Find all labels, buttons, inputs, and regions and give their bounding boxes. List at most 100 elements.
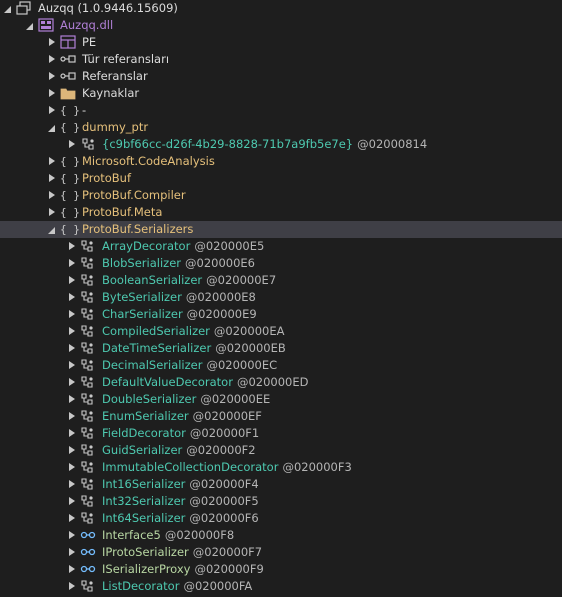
type-name: Int16Serializer xyxy=(102,477,186,491)
tree-row-type[interactable]: DoubleSerializer @020000EE xyxy=(0,391,562,408)
expand-toggle[interactable] xyxy=(68,408,78,425)
tree-row-type[interactable]: CompiledSerializer @020000EA xyxy=(0,323,562,340)
namespace-label: dummy_ptr xyxy=(82,120,149,134)
type-token: @020000EB xyxy=(215,341,286,355)
expand-toggle[interactable] xyxy=(68,425,78,442)
tree-row-namespace-selected[interactable]: { } ProtoBuf.Serializers xyxy=(0,221,562,238)
expand-toggle[interactable] xyxy=(68,459,78,476)
type-name: ISerializerProxy xyxy=(102,562,191,576)
expand-toggle[interactable] xyxy=(68,306,78,323)
expand-toggle[interactable] xyxy=(26,17,36,34)
tree-row-type[interactable]: DateTimeSerializer @020000EB xyxy=(0,340,562,357)
tree-row-type[interactable]: ByteSerializer @020000E8 xyxy=(0,289,562,306)
tree-row-type[interactable]: GuidSerializer @020000F2 xyxy=(0,442,562,459)
expand-toggle[interactable] xyxy=(48,204,58,221)
interface-icon xyxy=(80,544,96,561)
expand-toggle[interactable] xyxy=(48,221,58,238)
tree-row-type[interactable]: EnumSerializer @020000EF xyxy=(0,408,562,425)
expand-toggle[interactable] xyxy=(4,0,14,17)
expand-toggle[interactable] xyxy=(68,340,78,357)
class-icon xyxy=(80,289,96,306)
tree-row-type[interactable]: Int32Serializer @020000F5 xyxy=(0,493,562,510)
tree-row-type[interactable]: ImmutableCollectionDecorator @020000F3 xyxy=(0,459,562,476)
type-references-icon xyxy=(60,51,76,68)
namespace-icon: { } xyxy=(60,155,80,168)
expand-toggle[interactable] xyxy=(48,153,58,170)
tree-row-namespace[interactable]: { } ProtoBuf xyxy=(0,170,562,187)
expand-toggle[interactable] xyxy=(68,476,78,493)
expand-toggle[interactable] xyxy=(48,34,58,51)
tree-row-type[interactable]: DecimalSerializer @020000EC xyxy=(0,357,562,374)
tree-row-assembly[interactable]: Auzqq (1.0.9446.15609) xyxy=(0,0,562,17)
expand-toggle[interactable] xyxy=(48,51,58,68)
expand-toggle[interactable] xyxy=(68,374,78,391)
expand-toggle[interactable] xyxy=(68,578,78,595)
expand-toggle[interactable] xyxy=(48,68,58,85)
tree-row-type-guid[interactable]: {c9bf66cc-d26f-4b29-8828-71b7a9fb5e7e} @… xyxy=(0,136,562,153)
class-icon xyxy=(80,391,96,408)
tree-row-type[interactable]: CharSerializer @020000E9 xyxy=(0,306,562,323)
expand-toggle[interactable] xyxy=(68,510,78,527)
tree-row-resources[interactable]: Kaynaklar xyxy=(0,85,562,102)
module-icon xyxy=(38,17,54,34)
type-name: DoubleSerializer xyxy=(102,392,197,406)
type-references-label: Tür referansları xyxy=(82,52,170,66)
tree-row-type[interactable]: ArrayDecorator @020000E5 xyxy=(0,238,562,255)
expand-toggle[interactable] xyxy=(48,170,58,187)
expand-toggle[interactable] xyxy=(68,544,78,561)
tree-row-type[interactable]: Interface5 @020000F8 xyxy=(0,527,562,544)
type-token: @020000E9 xyxy=(186,307,257,321)
class-icon xyxy=(80,272,96,289)
expand-toggle[interactable] xyxy=(68,238,78,255)
type-token: @020000F1 xyxy=(189,426,260,440)
tree-row-type[interactable]: FieldDecorator @020000F1 xyxy=(0,425,562,442)
tree-row-type[interactable]: Int16Serializer @020000F4 xyxy=(0,476,562,493)
tree-row-type-references[interactable]: Tür referansları xyxy=(0,51,562,68)
expand-toggle[interactable] xyxy=(48,119,58,136)
expand-toggle[interactable] xyxy=(68,493,78,510)
pe-icon xyxy=(60,34,76,51)
type-name: DateTimeSerializer xyxy=(102,341,212,355)
tree-row-namespace-dummy-ptr[interactable]: { } dummy_ptr xyxy=(0,119,562,136)
tree-row-type[interactable]: BooleanSerializer @020000E7 xyxy=(0,272,562,289)
expand-toggle[interactable] xyxy=(68,561,78,578)
tree-row-type[interactable]: BlobSerializer @020000E6 xyxy=(0,255,562,272)
tree-row-type[interactable]: ISerializerProxy @020000F9 xyxy=(0,561,562,578)
expand-toggle[interactable] xyxy=(68,323,78,340)
type-token: @020000F3 xyxy=(282,460,352,474)
tree-row-namespace[interactable]: { } ProtoBuf.Compiler xyxy=(0,187,562,204)
tree-row-namespace[interactable]: { } Microsoft.CodeAnalysis xyxy=(0,153,562,170)
namespace-icon: { } xyxy=(60,121,80,134)
class-icon xyxy=(80,510,96,527)
tree-row-type[interactable]: DefaultValueDecorator @020000ED xyxy=(0,374,562,391)
expand-toggle[interactable] xyxy=(68,391,78,408)
type-name: EnumSerializer xyxy=(102,409,189,423)
tree-row-namespace[interactable]: { } ProtoBuf.Meta xyxy=(0,204,562,221)
type-token: @020000E7 xyxy=(206,273,277,287)
tree-row-type[interactable]: IProtoSerializer @020000F7 xyxy=(0,544,562,561)
pe-label: PE xyxy=(82,35,97,49)
class-icon xyxy=(80,340,96,357)
tree-row-references[interactable]: Referanslar xyxy=(0,68,562,85)
type-token: @020000F4 xyxy=(189,477,259,491)
expand-toggle[interactable] xyxy=(48,102,58,119)
expand-toggle[interactable] xyxy=(68,527,78,544)
expand-toggle[interactable] xyxy=(48,187,58,204)
namespace-label: ProtoBuf xyxy=(82,171,132,185)
tree-row-pe[interactable]: PE xyxy=(0,34,562,51)
expand-toggle[interactable] xyxy=(68,357,78,374)
expand-toggle[interactable] xyxy=(48,85,58,102)
tree-row-module[interactable]: Auzqq.dll xyxy=(0,17,562,34)
expand-toggle[interactable] xyxy=(68,255,78,272)
expand-toggle[interactable] xyxy=(68,289,78,306)
folder-icon xyxy=(60,85,76,102)
tree-row-type[interactable]: ListDecorator @020000FA xyxy=(0,578,562,595)
expand-toggle[interactable] xyxy=(68,136,78,153)
tree-row-type[interactable]: Int64Serializer @020000F6 xyxy=(0,510,562,527)
type-token: @020000F6 xyxy=(189,511,259,525)
class-icon xyxy=(80,238,96,255)
expand-toggle[interactable] xyxy=(68,442,78,459)
type-token: @020000ED xyxy=(236,375,309,389)
tree-row-namespace-dash[interactable]: { } - xyxy=(0,102,562,119)
expand-toggle[interactable] xyxy=(68,272,78,289)
